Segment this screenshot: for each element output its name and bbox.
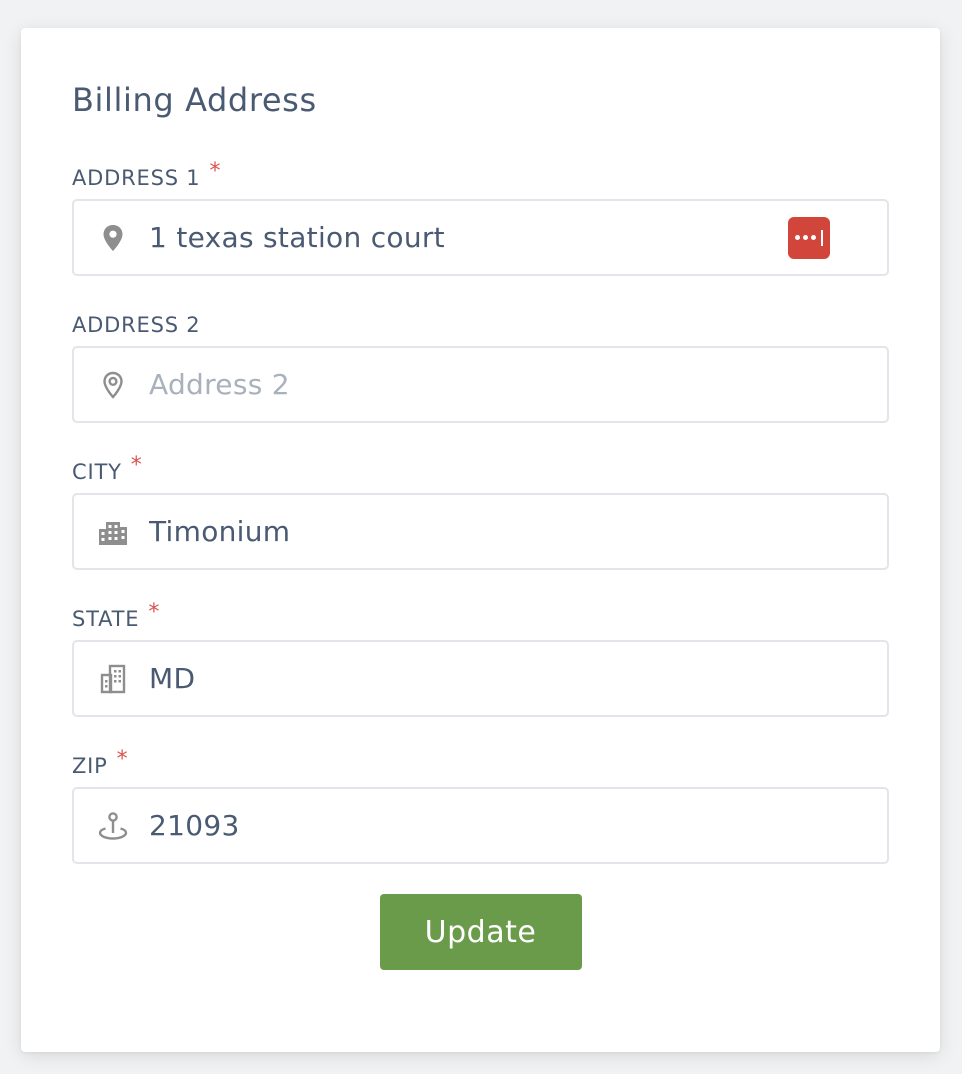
address1-input[interactable]: [149, 201, 817, 274]
password-manager-icon[interactable]: [788, 216, 830, 259]
address1-field: ADDRESS 1 *: [72, 155, 889, 276]
state-label: STATE: [72, 607, 140, 631]
location-anchor-icon: [98, 811, 128, 841]
required-marker: *: [209, 159, 221, 184]
state-input-box: [72, 640, 889, 717]
form-title: Billing Address: [72, 81, 317, 119]
city-buildings-icon: [98, 517, 128, 547]
button-row: Update: [72, 894, 889, 970]
address2-field: ADDRESS 2: [72, 302, 889, 423]
address1-label: ADDRESS 1: [72, 166, 201, 190]
address2-input-box: [72, 346, 889, 423]
city-input-box: [72, 493, 889, 570]
map-pin-outline-icon: [98, 370, 128, 400]
billing-address-card: Billing Address ADDRESS 1 * ADDRESS 2: [21, 28, 940, 1052]
city-input[interactable]: [149, 495, 817, 568]
city-field: CITY *: [72, 449, 889, 570]
map-pin-solid-icon: [98, 223, 128, 253]
zip-input[interactable]: [149, 789, 817, 862]
state-input[interactable]: [149, 642, 817, 715]
zip-label: ZIP: [72, 754, 108, 778]
required-marker: *: [148, 600, 160, 625]
state-field: STATE *: [72, 596, 889, 717]
office-building-icon: [98, 664, 128, 694]
city-label: CITY: [72, 460, 122, 484]
update-button[interactable]: Update: [379, 894, 582, 970]
required-marker: *: [130, 453, 142, 478]
address2-label: ADDRESS 2: [72, 313, 201, 337]
address2-input[interactable]: [149, 348, 817, 421]
address1-input-box: [72, 199, 889, 276]
zip-input-box: [72, 787, 889, 864]
required-marker: *: [116, 747, 128, 772]
zip-field: ZIP *: [72, 743, 889, 864]
